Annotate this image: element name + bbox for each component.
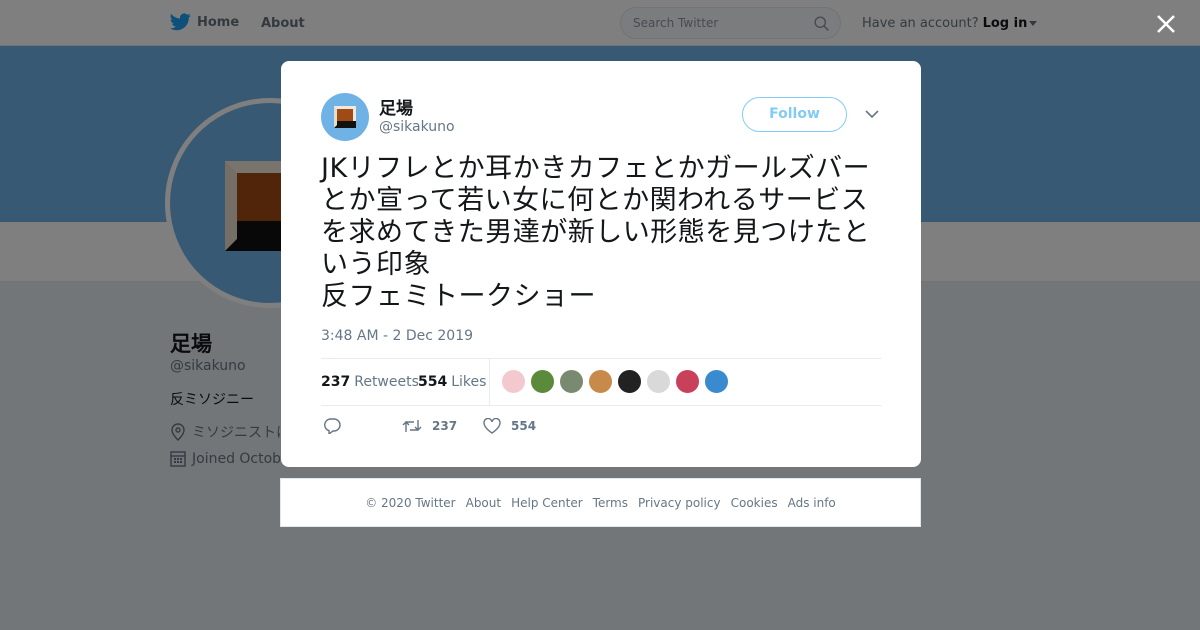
likes-label: Likes bbox=[451, 374, 487, 390]
box-logo-icon bbox=[334, 106, 356, 128]
liker-avatars bbox=[501, 369, 733, 394]
likes-stat[interactable]: 554 Likes bbox=[418, 374, 486, 390]
close-icon[interactable] bbox=[1155, 13, 1177, 35]
tweet-modal: 足場 @sikakuno Follow JKリフレとか耳かきカフェとかガールズバ… bbox=[281, 61, 921, 467]
liker-avatar[interactable] bbox=[559, 369, 584, 394]
heart-icon bbox=[483, 418, 501, 434]
retweet-count: 237 bbox=[432, 419, 458, 433]
liker-avatar[interactable] bbox=[530, 369, 555, 394]
stats-divider bbox=[489, 359, 490, 405]
chevron-down-icon[interactable] bbox=[865, 109, 879, 119]
author-avatar[interactable] bbox=[321, 93, 369, 141]
liker-avatar[interactable] bbox=[501, 369, 526, 394]
like-count: 554 bbox=[511, 419, 537, 433]
reply-button[interactable] bbox=[323, 418, 351, 434]
liker-avatar[interactable] bbox=[704, 369, 729, 394]
likes-count: 554 bbox=[418, 374, 448, 390]
liker-avatar[interactable] bbox=[675, 369, 700, 394]
reply-icon bbox=[324, 418, 341, 434]
tweet-stats: 237 Retweets 554 Likes bbox=[321, 358, 881, 406]
footer-link[interactable]: Privacy policy bbox=[638, 496, 721, 510]
author-name[interactable]: 足場 bbox=[379, 94, 413, 119]
liker-avatar[interactable] bbox=[646, 369, 671, 394]
footer: © 2020 Twitter About Help Center Terms Priva… bbox=[280, 478, 921, 527]
retweets-count: 237 bbox=[321, 374, 351, 390]
retweets-label: Retweets bbox=[354, 374, 419, 390]
footer-link[interactable]: Help Center bbox=[511, 496, 583, 510]
tweet-timestamp[interactable]: 3:48 AM - 2 Dec 2019 bbox=[321, 328, 473, 344]
retweet-icon bbox=[402, 420, 422, 432]
like-button[interactable]: 554 bbox=[483, 418, 536, 434]
retweet-button[interactable]: 237 bbox=[402, 418, 457, 434]
tweet-text: JKリフレとか耳かきカフェとかガールズバーとか宣って若い女に何とか関われるサービ… bbox=[321, 153, 871, 312]
copyright-text: © 2020 Twitter bbox=[365, 495, 456, 510]
follow-button[interactable]: Follow bbox=[742, 97, 847, 132]
liker-avatar[interactable] bbox=[588, 369, 613, 394]
retweets-stat[interactable]: 237 Retweets bbox=[321, 374, 419, 390]
footer-link[interactable]: Ads info bbox=[788, 496, 836, 510]
footer-link[interactable]: About bbox=[466, 496, 501, 510]
author-handle[interactable]: @sikakuno bbox=[379, 119, 455, 135]
liker-avatar[interactable] bbox=[617, 369, 642, 394]
footer-link[interactable]: Terms bbox=[593, 496, 628, 510]
tweet-actions: 237 554 bbox=[321, 418, 881, 438]
footer-link[interactable]: Cookies bbox=[731, 496, 778, 510]
